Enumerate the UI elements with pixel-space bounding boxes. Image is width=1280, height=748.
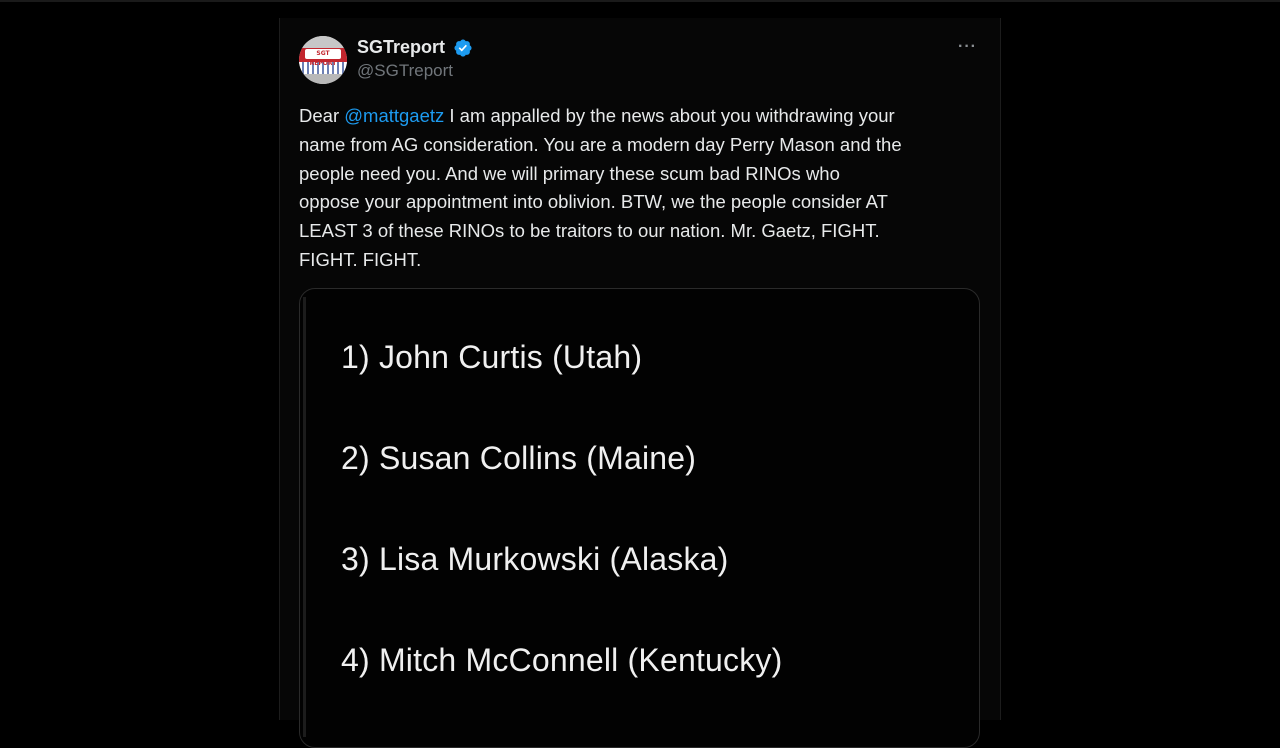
list-item: 4) Mitch McConnell (Kentucky): [341, 642, 783, 678]
tweet-text: Dear @mattgaetz I am appalled by the new…: [299, 102, 989, 275]
media-edge: [303, 297, 306, 737]
verified-badge-icon: [454, 39, 472, 57]
top-divider: [0, 0, 1280, 2]
list-item: 2) Susan Collins (Maine): [341, 440, 697, 476]
user-handle[interactable]: @SGTreport: [357, 61, 453, 81]
avatar[interactable]: SGT REPORT: [299, 36, 347, 84]
tweet-text-line1: I am appalled by the news about you with…: [444, 105, 895, 126]
list-item: 3) Lisa Murkowski (Alaska): [341, 541, 729, 577]
tweet-card[interactable]: SGT REPORT SGTreport @SGTreport ··· Dear…: [279, 18, 1001, 748]
tweet-text-rest: name from AG consideration. You are a mo…: [299, 133, 902, 270]
mention-link[interactable]: @mattgaetz: [344, 105, 444, 126]
avatar-band: [299, 74, 347, 84]
tweet-media[interactable]: 1) John Curtis (Utah) 2) Susan Collins (…: [299, 288, 980, 748]
display-name[interactable]: SGTreport: [357, 37, 445, 58]
list-item: 1) John Curtis (Utah): [341, 339, 643, 375]
avatar-logo: SGT REPORT: [305, 49, 341, 67]
more-options-icon[interactable]: ···: [958, 38, 977, 56]
tweet-text-greeting: Dear: [299, 105, 345, 126]
avatar-band: [299, 36, 347, 48]
